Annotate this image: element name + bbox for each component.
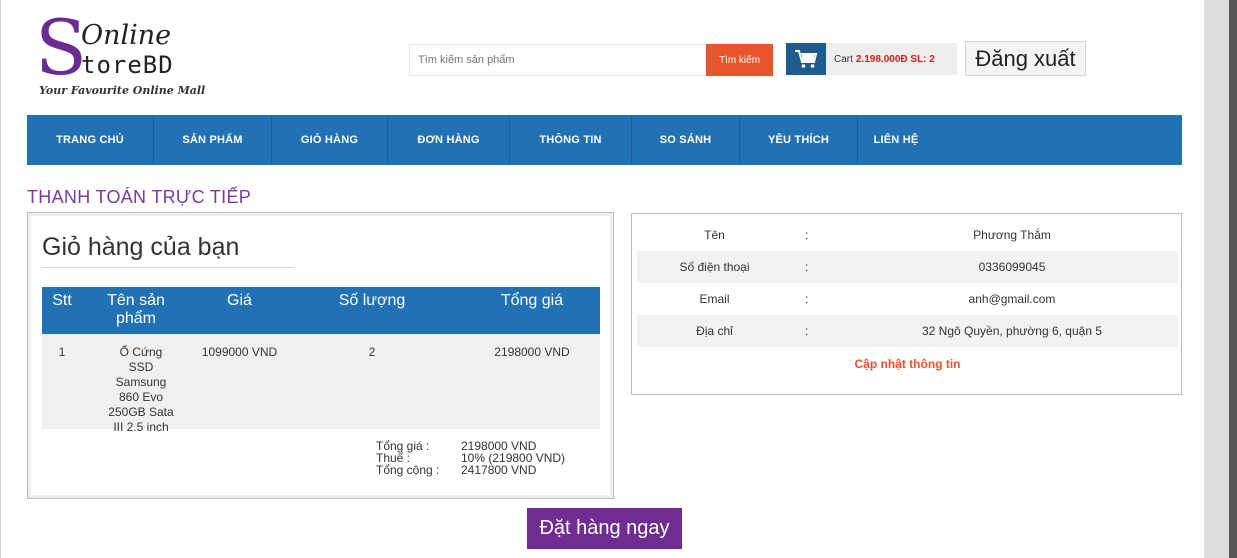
column-header-qty: Số lượng bbox=[338, 292, 406, 309]
window-edge bbox=[1229, 0, 1237, 558]
grand-total-label: Tổng cộng : bbox=[376, 463, 440, 477]
cart-table-header: Stt Tên sản phẩm Giá Số lượng Tổng giá bbox=[42, 287, 600, 334]
info-separator: : bbox=[805, 324, 809, 338]
cart-panel: Giỏ hàng của bạn Stt Tên sản phẩm Giá Số… bbox=[27, 212, 614, 499]
cart-label: Cart bbox=[834, 53, 853, 65]
info-separator: : bbox=[805, 292, 809, 306]
info-label: Địa chỉ bbox=[696, 324, 733, 338]
cart-summary[interactable]: Cart 2.198.000Đ SL: 2 bbox=[826, 43, 957, 75]
row-quantity: 2 bbox=[368, 345, 376, 359]
info-value: 0336099045 bbox=[978, 260, 1046, 274]
section-title: THANH TOÁN TRỰC TIẾP bbox=[27, 187, 252, 207]
page-right-margin bbox=[1204, 0, 1229, 558]
info-separator: : bbox=[805, 260, 809, 274]
nav-item-contact[interactable]: LIÊN HỆ bbox=[858, 115, 934, 165]
info-value: Phương Thắm bbox=[973, 228, 1051, 242]
place-order-button[interactable]: Đặt hàng ngay bbox=[527, 508, 682, 549]
nav-item-cart[interactable]: GIỎ HÀNG bbox=[272, 115, 388, 165]
column-header-price: Giá bbox=[227, 292, 252, 309]
row-total: 2198000 VND bbox=[494, 345, 570, 359]
page-content: S Online toreBD Your Favourite Online Ma… bbox=[0, 0, 1204, 558]
customer-info-panel: Tên : Phương Thắm Số điện thoại : 033609… bbox=[631, 213, 1182, 395]
cart-heading: Giỏ hàng của bạn bbox=[42, 233, 240, 261]
shopping-cart-icon[interactable] bbox=[786, 43, 826, 75]
table-row: 1 Ổ Cứng SSD Samsung 860 Evo 250GB Sata … bbox=[42, 334, 600, 434]
logo-line2: toreBD bbox=[81, 51, 174, 79]
nav-item-orders[interactable]: ĐƠN HÀNG bbox=[388, 115, 510, 165]
logout-button[interactable]: Đăng xuất bbox=[965, 41, 1086, 76]
nav-item-products[interactable]: SẢN PHẨM bbox=[154, 115, 272, 165]
grand-total-value: 2417800 VND bbox=[461, 463, 537, 477]
row-price: 1099000 VND bbox=[201, 345, 278, 359]
info-value: anh@gmail.com bbox=[968, 292, 1056, 306]
search-input[interactable] bbox=[409, 44, 706, 76]
info-row-name: Tên : Phương Thắm bbox=[637, 219, 1178, 251]
info-row-phone: Số điện thoại : 0336099045 bbox=[637, 251, 1178, 283]
row-product-name: Ổ Cứng SSD Samsung 860 Evo 250GB Sata II… bbox=[108, 345, 174, 434]
nav-item-home[interactable]: TRANG CHỦ bbox=[27, 115, 154, 165]
info-row-address: Địa chỉ : 32 Ngô Quyền, phường 6, quận 5 bbox=[637, 315, 1178, 347]
logo-line1: Online bbox=[81, 20, 172, 51]
info-separator: : bbox=[805, 228, 809, 242]
order-summary: Tổng giá : 2198000 VND Thuế : 10% (21980… bbox=[376, 440, 565, 476]
info-value: 32 Ngô Quyền, phường 6, quận 5 bbox=[921, 324, 1103, 338]
site-logo[interactable]: S Online toreBD Your Favourite Online Ma… bbox=[35, 10, 235, 102]
column-header-name: Tên sản phẩm bbox=[107, 292, 165, 327]
update-info-link[interactable]: Cập nhật thông tin bbox=[632, 357, 1183, 371]
column-header-stt: Stt bbox=[52, 292, 72, 309]
info-label: Tên bbox=[704, 228, 725, 242]
column-header-total: Tổng giá bbox=[500, 292, 564, 309]
logo-letter: S bbox=[35, 3, 88, 92]
main-nav: TRANG CHỦ SẢN PHẨM GIỎ HÀNG ĐƠN HÀNG THÔ… bbox=[27, 115, 1182, 165]
heading-divider bbox=[42, 267, 294, 268]
cart-value: 2.198.000Đ SL: 2 bbox=[855, 53, 935, 65]
nav-item-info[interactable]: THÔNG TIN bbox=[510, 115, 632, 165]
search-button[interactable]: Tìm kiếm bbox=[706, 44, 773, 76]
info-label: Email bbox=[699, 292, 730, 306]
logo-tagline: Your Favourite Online Mall bbox=[39, 84, 206, 97]
nav-item-favorites[interactable]: YÊU THÍCH bbox=[740, 115, 858, 165]
info-label: Số điện thoại bbox=[679, 260, 750, 274]
row-stt: 1 bbox=[58, 345, 66, 359]
info-row-email: Email : anh@gmail.com bbox=[637, 283, 1178, 315]
nav-item-compare[interactable]: SO SÁNH bbox=[632, 115, 740, 165]
browser-page: S Online toreBD Your Favourite Online Ma… bbox=[0, 0, 1229, 558]
